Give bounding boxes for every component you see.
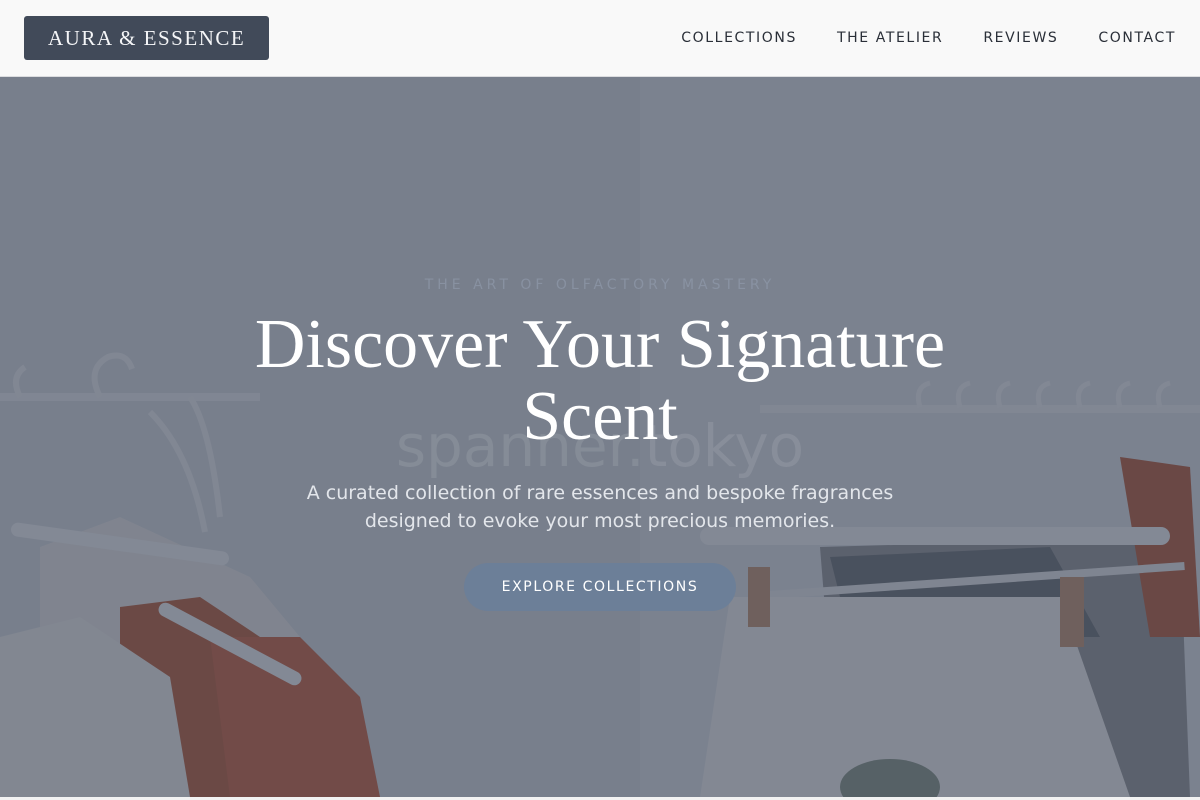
explore-collections-button[interactable]: EXPLORE COLLECTIONS [464, 563, 736, 611]
hero-subtitle: A curated collection of rare essences an… [306, 482, 894, 532]
nav-item-reviews[interactable]: REVIEWS [983, 30, 1058, 46]
hero-section: spanner.tokyo THE ART OF OLFACTORY MASTE… [0, 77, 1200, 797]
nav-item-atelier[interactable]: THE ATELIER [837, 30, 943, 46]
hero-headline: Discover Your Signature Scent [254, 306, 946, 455]
hero-eyebrow: THE ART OF OLFACTORY MASTERY [424, 277, 776, 293]
nav-item-collections[interactable]: COLLECTIONS [681, 30, 797, 46]
hero-content: THE ART OF OLFACTORY MASTERY Discover Yo… [0, 77, 1200, 797]
nav-item-contact[interactable]: CONTACT [1098, 30, 1176, 46]
brand-logo[interactable]: AURA & ESSENCE [24, 16, 270, 60]
main-nav: COLLECTIONS THE ATELIER REVIEWS CONTACT [681, 30, 1176, 46]
top-navbar: AURA & ESSENCE COLLECTIONS THE ATELIER R… [0, 0, 1200, 77]
